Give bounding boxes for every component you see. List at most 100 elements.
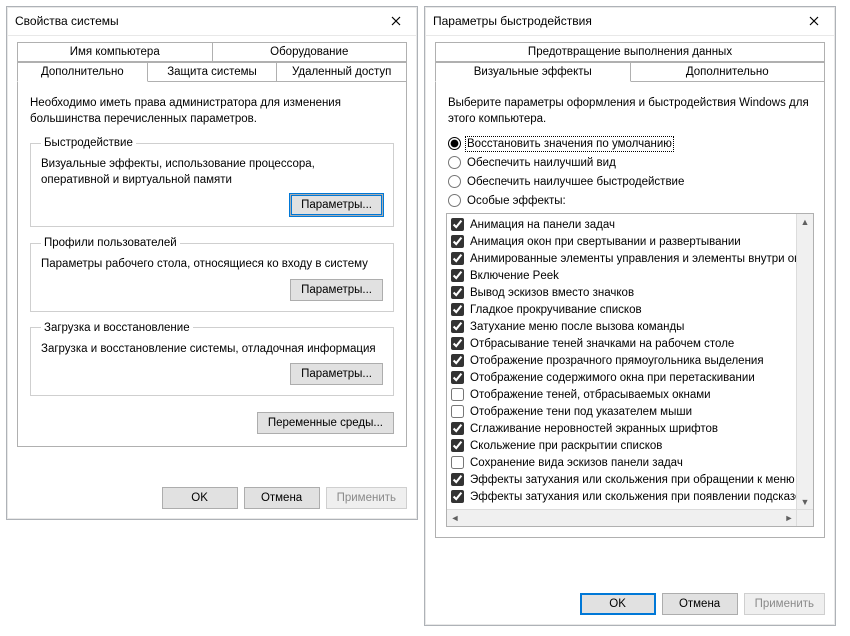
- ok-button[interactable]: OK: [162, 487, 238, 509]
- close-button[interactable]: [381, 10, 411, 32]
- effect-label: Отбрасывание теней значками на рабочем с…: [470, 338, 734, 350]
- effect-checkbox[interactable]: [451, 286, 464, 299]
- scrollbar-corner: [796, 509, 813, 526]
- effect-checkbox[interactable]: [451, 235, 464, 248]
- radio-label: Обеспечить наилучший вид: [467, 157, 616, 169]
- effect-item[interactable]: Скольжение при раскрытии списков: [451, 437, 793, 454]
- ok-button[interactable]: OK: [580, 593, 656, 615]
- close-button[interactable]: [799, 10, 829, 32]
- radio-option-3[interactable]: Особые эффекты:: [448, 194, 814, 207]
- tab-computer-name[interactable]: Имя компьютера: [17, 42, 213, 62]
- radio-option-1[interactable]: Обеспечить наилучший вид: [448, 156, 814, 169]
- effect-checkbox[interactable]: [451, 490, 464, 503]
- effect-item[interactable]: Отбрасывание теней значками на рабочем с…: [451, 335, 793, 352]
- system-properties-window: Свойства системы Имя компьютера Оборудов…: [6, 6, 418, 520]
- performance-options-window: Параметры быстродействия Предотвращение …: [424, 6, 836, 626]
- window-title: Свойства системы: [15, 14, 119, 28]
- performance-settings-button[interactable]: Параметры...: [290, 194, 383, 216]
- tabset: Имя компьютера Оборудование Дополнительн…: [17, 42, 407, 447]
- effect-checkbox[interactable]: [451, 422, 464, 435]
- effect-item[interactable]: Включение Peek: [451, 267, 793, 284]
- vertical-scrollbar[interactable]: ▲ ▼: [796, 214, 813, 510]
- effect-item[interactable]: Эффекты затухания или скольжения при обр…: [451, 471, 793, 488]
- effect-checkbox[interactable]: [451, 473, 464, 486]
- tab-hardware[interactable]: Оборудование: [213, 42, 408, 62]
- scroll-left-icon[interactable]: ◄: [447, 510, 463, 526]
- effect-label: Вывод эскизов вместо значков: [470, 287, 634, 299]
- radio-option-0[interactable]: Восстановить значения по умолчанию: [448, 137, 814, 150]
- effect-checkbox[interactable]: [451, 371, 464, 384]
- tab-visual-effects[interactable]: Визуальные эффекты: [435, 62, 631, 82]
- radio-input[interactable]: [448, 175, 461, 188]
- effect-label: Анимация на панели задач: [470, 219, 615, 231]
- scroll-up-icon[interactable]: ▲: [797, 214, 813, 230]
- effect-checkbox[interactable]: [451, 388, 464, 401]
- tab-system-protection[interactable]: Защита системы: [148, 62, 278, 81]
- radio-input[interactable]: [448, 194, 461, 207]
- effect-checkbox[interactable]: [451, 303, 464, 316]
- group-startup-recovery-legend: Загрузка и восстановление: [41, 322, 193, 334]
- effect-item[interactable]: Анимация на панели задач: [451, 216, 793, 233]
- apply-button[interactable]: Применить: [744, 593, 825, 615]
- group-user-profiles: Профили пользователей Параметры рабочего…: [30, 237, 394, 312]
- effects-list-box: Анимация на панели задач Анимация окон пр…: [446, 213, 814, 527]
- tab-advanced[interactable]: Дополнительно: [17, 62, 148, 82]
- effect-label: Отображение теней, отбрасываемых окнами: [470, 389, 711, 401]
- profiles-settings-button[interactable]: Параметры...: [290, 279, 383, 301]
- startup-settings-button[interactable]: Параметры...: [290, 363, 383, 385]
- effect-checkbox[interactable]: [451, 439, 464, 452]
- effect-checkbox[interactable]: [451, 337, 464, 350]
- effect-label: Затухание меню после вызова команды: [470, 321, 684, 333]
- environment-variables-button[interactable]: Переменные среды...: [257, 412, 394, 434]
- effect-checkbox[interactable]: [451, 354, 464, 367]
- radio-input[interactable]: [448, 137, 461, 150]
- effect-item[interactable]: Вывод эскизов вместо значков: [451, 284, 793, 301]
- tab-dep[interactable]: Предотвращение выполнения данных: [435, 42, 825, 62]
- group-startup-recovery: Загрузка и восстановление Загрузка и вос…: [30, 322, 394, 397]
- effect-label: Отображение тени под указателем мыши: [470, 406, 692, 418]
- effect-item[interactable]: Затухание меню после вызова команды: [451, 318, 793, 335]
- effect-label: Сглаживание неровностей экранных шрифтов: [470, 423, 718, 435]
- effect-item[interactable]: Сохранение вида эскизов панели задач: [451, 454, 793, 471]
- radio-input[interactable]: [448, 156, 461, 169]
- effect-label: Отображение содержимого окна при перетас…: [470, 372, 755, 384]
- cancel-button[interactable]: Отмена: [244, 487, 320, 509]
- effect-checkbox[interactable]: [451, 320, 464, 333]
- effect-label: Эффекты затухания или скольжения при обр…: [470, 474, 795, 486]
- group-performance-desc: Визуальные эффекты, использование процес…: [41, 157, 383, 188]
- horizontal-scrollbar[interactable]: ◄ ►: [447, 509, 797, 526]
- effect-item[interactable]: Отображение тени под указателем мыши: [451, 403, 793, 420]
- cancel-button[interactable]: Отмена: [662, 593, 738, 615]
- scroll-down-icon[interactable]: ▼: [797, 494, 813, 510]
- effect-checkbox[interactable]: [451, 218, 464, 231]
- window-title: Параметры быстродействия: [433, 14, 592, 28]
- radio-option-2[interactable]: Обеспечить наилучшее быстродействие: [448, 175, 814, 188]
- effect-checkbox[interactable]: [451, 456, 464, 469]
- effect-item[interactable]: Отображение теней, отбрасываемых окнами: [451, 386, 793, 403]
- visual-effects-mode-radios: Восстановить значения по умолчанию Обеспе…: [448, 137, 814, 207]
- effect-label: Сохранение вида эскизов панели задач: [470, 457, 683, 469]
- effect-item[interactable]: Анимация окон при свертывании и разверты…: [451, 233, 793, 250]
- group-startup-recovery-desc: Загрузка и восстановление системы, отлад…: [41, 342, 383, 358]
- group-user-profiles-legend: Профили пользователей: [41, 237, 180, 249]
- group-performance-legend: Быстродействие: [41, 137, 136, 149]
- effect-label: Включение Peek: [470, 270, 559, 282]
- effect-item[interactable]: Анимированные элементы управления и элем…: [451, 250, 793, 267]
- group-performance: Быстродействие Визуальные эффекты, испол…: [30, 137, 394, 227]
- scroll-right-icon[interactable]: ►: [781, 510, 797, 526]
- effect-item[interactable]: Эффекты затухания или скольжения при поя…: [451, 488, 793, 505]
- effect-checkbox[interactable]: [451, 269, 464, 282]
- effect-item[interactable]: Отображение прозрачного прямоугольника в…: [451, 352, 793, 369]
- effect-label: Эффекты затухания или скольжения при поя…: [470, 491, 797, 503]
- effect-checkbox[interactable]: [451, 405, 464, 418]
- dialog-buttons: OK Отмена Применить: [425, 585, 835, 625]
- tab-remote[interactable]: Удаленный доступ: [277, 62, 407, 81]
- apply-button[interactable]: Применить: [326, 487, 407, 509]
- effect-checkbox[interactable]: [451, 252, 464, 265]
- tab-panel-visual-effects: Выберите параметры оформления и быстроде…: [435, 81, 825, 538]
- radio-label: Особые эффекты:: [467, 195, 566, 207]
- tab-advanced[interactable]: Дополнительно: [631, 62, 826, 81]
- effect-item[interactable]: Гладкое прокручивание списков: [451, 301, 793, 318]
- effect-item[interactable]: Сглаживание неровностей экранных шрифтов: [451, 420, 793, 437]
- effect-item[interactable]: Отображение содержимого окна при перетас…: [451, 369, 793, 386]
